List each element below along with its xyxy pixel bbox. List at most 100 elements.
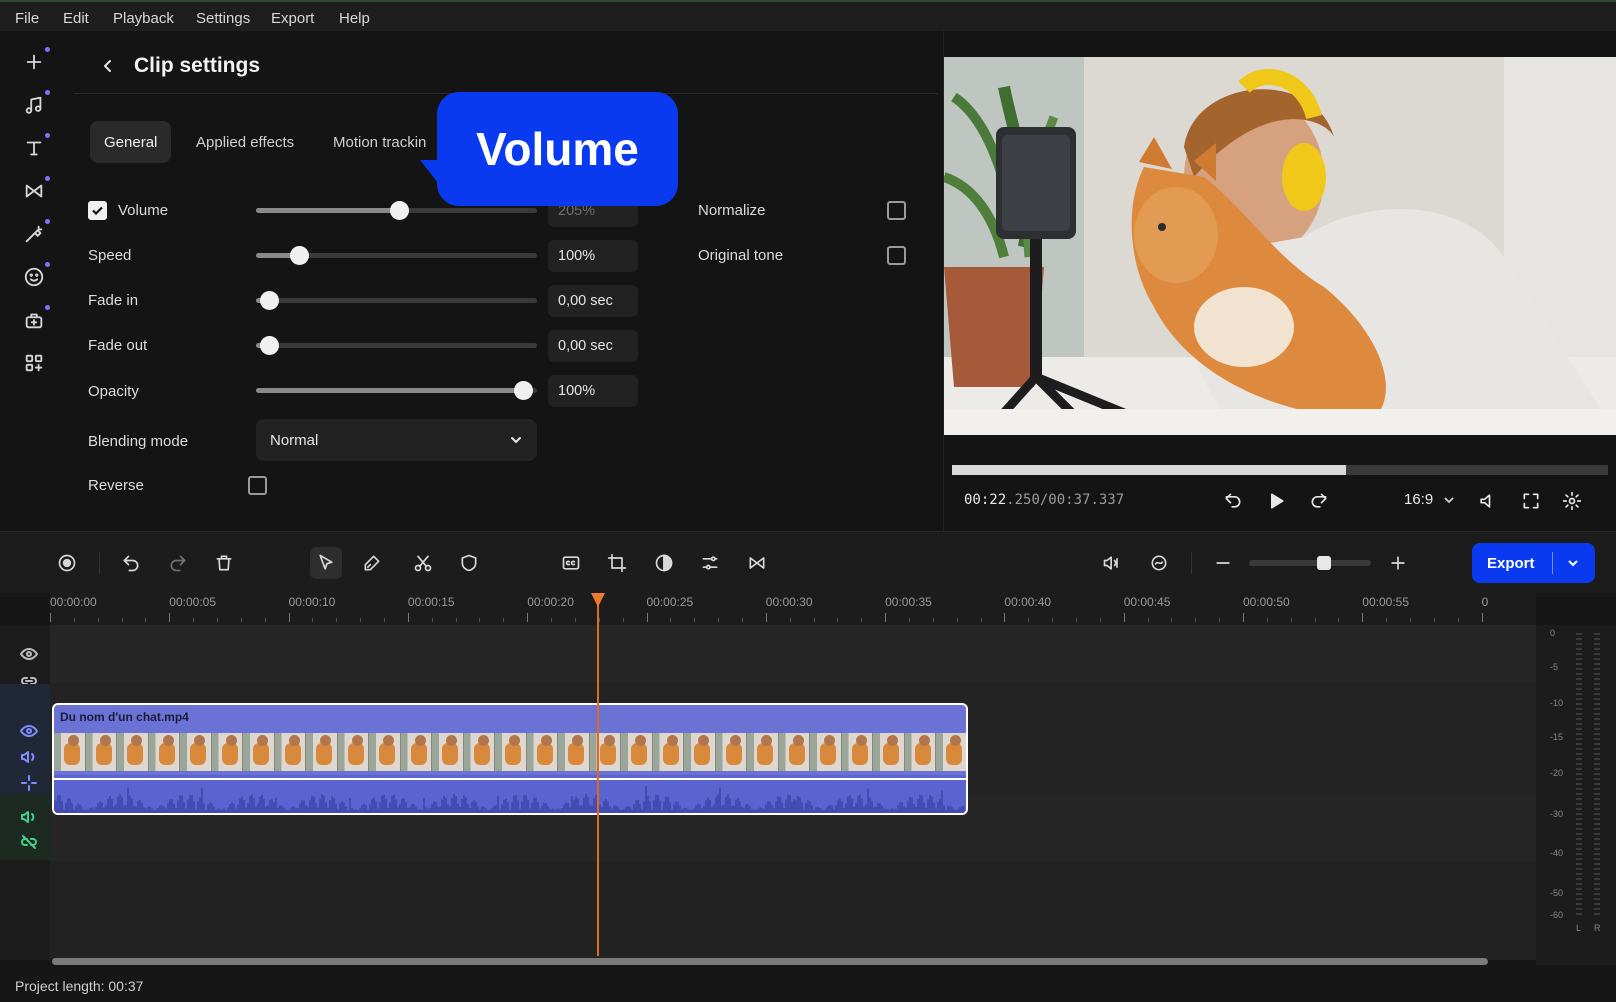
meter-db-label: -5 — [1550, 662, 1559, 672]
transitions-icon[interactable] — [20, 176, 50, 205]
crop-icon[interactable] — [601, 547, 633, 579]
fade-in-slider-thumb[interactable] — [260, 291, 279, 310]
menu-export[interactable]: Export — [271, 10, 314, 27]
fade-out-value[interactable]: 0,00 sec — [548, 330, 638, 362]
ruler-minor-tick — [670, 618, 672, 622]
eye-icon[interactable] — [20, 722, 38, 740]
ruler-minor-tick — [1386, 618, 1388, 622]
music-icon[interactable] — [20, 90, 50, 119]
project-length: Project length: 00:37 — [15, 978, 144, 994]
timeline-scrollbar[interactable] — [52, 958, 1488, 965]
cut-icon[interactable] — [407, 547, 439, 579]
clip-thumbnail — [904, 733, 936, 771]
tab-general[interactable]: General — [90, 121, 172, 163]
video-preview[interactable] — [944, 57, 1616, 435]
zoom-slider-thumb[interactable] — [1317, 556, 1331, 570]
play-icon[interactable] — [1264, 489, 1288, 513]
normalize-label: Normalize — [698, 202, 766, 219]
playhead-marker[interactable] — [591, 593, 605, 607]
titles-icon[interactable] — [20, 133, 50, 162]
unlink-icon[interactable] — [20, 833, 38, 851]
back-chevron-icon[interactable] — [100, 58, 116, 74]
tool-rail — [0, 31, 70, 531]
normalize-checkbox[interactable] — [887, 201, 906, 220]
delete-icon[interactable] — [208, 547, 240, 579]
opacity-value[interactable]: 100% — [548, 375, 638, 407]
widgets-icon[interactable] — [20, 349, 48, 377]
transition-tool-icon[interactable] — [741, 547, 773, 579]
clip-thumbnail — [747, 733, 779, 771]
chevron-down-icon[interactable] — [1553, 557, 1593, 569]
volume-speaker-icon[interactable] — [1475, 489, 1499, 513]
menu-bar: File Edit Playback Settings Export Help — [0, 0, 1616, 31]
export-button[interactable]: Export — [1472, 543, 1595, 583]
clip-audio-waveform — [54, 775, 966, 813]
fade-in-slider[interactable] — [256, 291, 537, 310]
rewind-icon[interactable] — [1221, 489, 1245, 513]
forward-icon[interactable] — [1307, 489, 1331, 513]
menu-edit[interactable]: Edit — [63, 10, 89, 27]
menu-file[interactable]: File — [15, 10, 39, 27]
speaker-icon[interactable] — [20, 808, 38, 826]
reverse-checkbox[interactable] — [248, 476, 267, 495]
speed-slider-thumb[interactable] — [290, 246, 310, 265]
clip-thumbnail — [652, 733, 684, 771]
ruler-tick-label: 00:00:00 — [50, 595, 97, 609]
video-clip[interactable]: Du nom d'un chat.mp4 — [52, 703, 968, 815]
zoom-slider[interactable] — [1249, 556, 1371, 570]
fade-out-slider-thumb[interactable] — [260, 336, 279, 355]
ruler-tick — [169, 613, 171, 622]
volume-slider[interactable] — [256, 201, 537, 220]
fade-out-slider[interactable] — [256, 336, 537, 355]
opacity-slider-thumb[interactable] — [514, 381, 533, 400]
more-tools-icon[interactable] — [20, 305, 50, 334]
captions-icon[interactable] — [555, 547, 587, 579]
marker-tool-icon[interactable] — [356, 547, 388, 579]
zoom-in-icon[interactable] — [1382, 547, 1414, 579]
volume-checkbox[interactable] — [88, 201, 107, 220]
record-icon[interactable] — [51, 547, 83, 579]
select-tool-icon[interactable] — [310, 547, 342, 579]
volume-slider-thumb[interactable] — [389, 201, 409, 220]
fullscreen-icon[interactable] — [1519, 489, 1543, 513]
menu-settings[interactable]: Settings — [196, 10, 250, 27]
speed-value[interactable]: 100% — [548, 240, 638, 272]
eye-icon[interactable] — [20, 645, 38, 663]
gear-icon[interactable] — [1560, 489, 1584, 513]
undo-icon[interactable] — [115, 547, 147, 579]
menu-help[interactable]: Help — [339, 10, 370, 27]
filters-icon[interactable] — [20, 219, 50, 248]
add-media-icon[interactable] — [20, 47, 50, 76]
audio-detach-icon[interactable] — [1096, 547, 1128, 579]
tab-applied-effects[interactable]: Applied effects — [182, 121, 308, 163]
speaker-icon[interactable] — [20, 748, 38, 766]
ruler-tick — [1123, 613, 1125, 622]
original-tone-checkbox[interactable] — [887, 246, 906, 265]
blending-mode-dropdown[interactable]: Normal — [256, 419, 537, 461]
redo-icon[interactable] — [162, 547, 194, 579]
color-adjust-icon[interactable] — [648, 547, 680, 579]
opacity-slider[interactable] — [256, 381, 537, 400]
playhead-line[interactable] — [597, 604, 599, 956]
clip-thumbnail — [400, 733, 432, 771]
sliders-icon[interactable] — [694, 547, 726, 579]
effects-icon[interactable] — [20, 774, 38, 792]
meter-db-label: -20 — [1550, 768, 1564, 778]
shield-icon[interactable] — [453, 547, 485, 579]
tab-motion-tracking[interactable]: Motion trackin — [319, 121, 440, 163]
zoom-out-icon[interactable] — [1207, 547, 1239, 579]
ruler-tick-label: 00:00:25 — [646, 595, 694, 609]
speed-slider[interactable] — [256, 246, 537, 265]
meter-db-label: -30 — [1550, 809, 1564, 819]
empty-track[interactable] — [50, 862, 1536, 960]
timeline-ruler[interactable]: 00:00:00 00:00:05 00:00:10 00:00:15 00:00:20… — [50, 593, 1536, 625]
aspect-ratio-select[interactable]: 16:9 — [1404, 491, 1455, 508]
ruler-tick — [527, 613, 529, 622]
menu-playback[interactable]: Playback — [113, 10, 174, 27]
audio-effects-icon[interactable] — [1143, 547, 1175, 579]
overlay-track[interactable] — [50, 625, 1536, 683]
preview-progress-bar[interactable] — [952, 465, 1608, 475]
stickers-icon[interactable] — [20, 262, 50, 291]
fade-in-value[interactable]: 0,00 sec — [548, 285, 638, 317]
ruler-minor-tick — [574, 618, 576, 622]
